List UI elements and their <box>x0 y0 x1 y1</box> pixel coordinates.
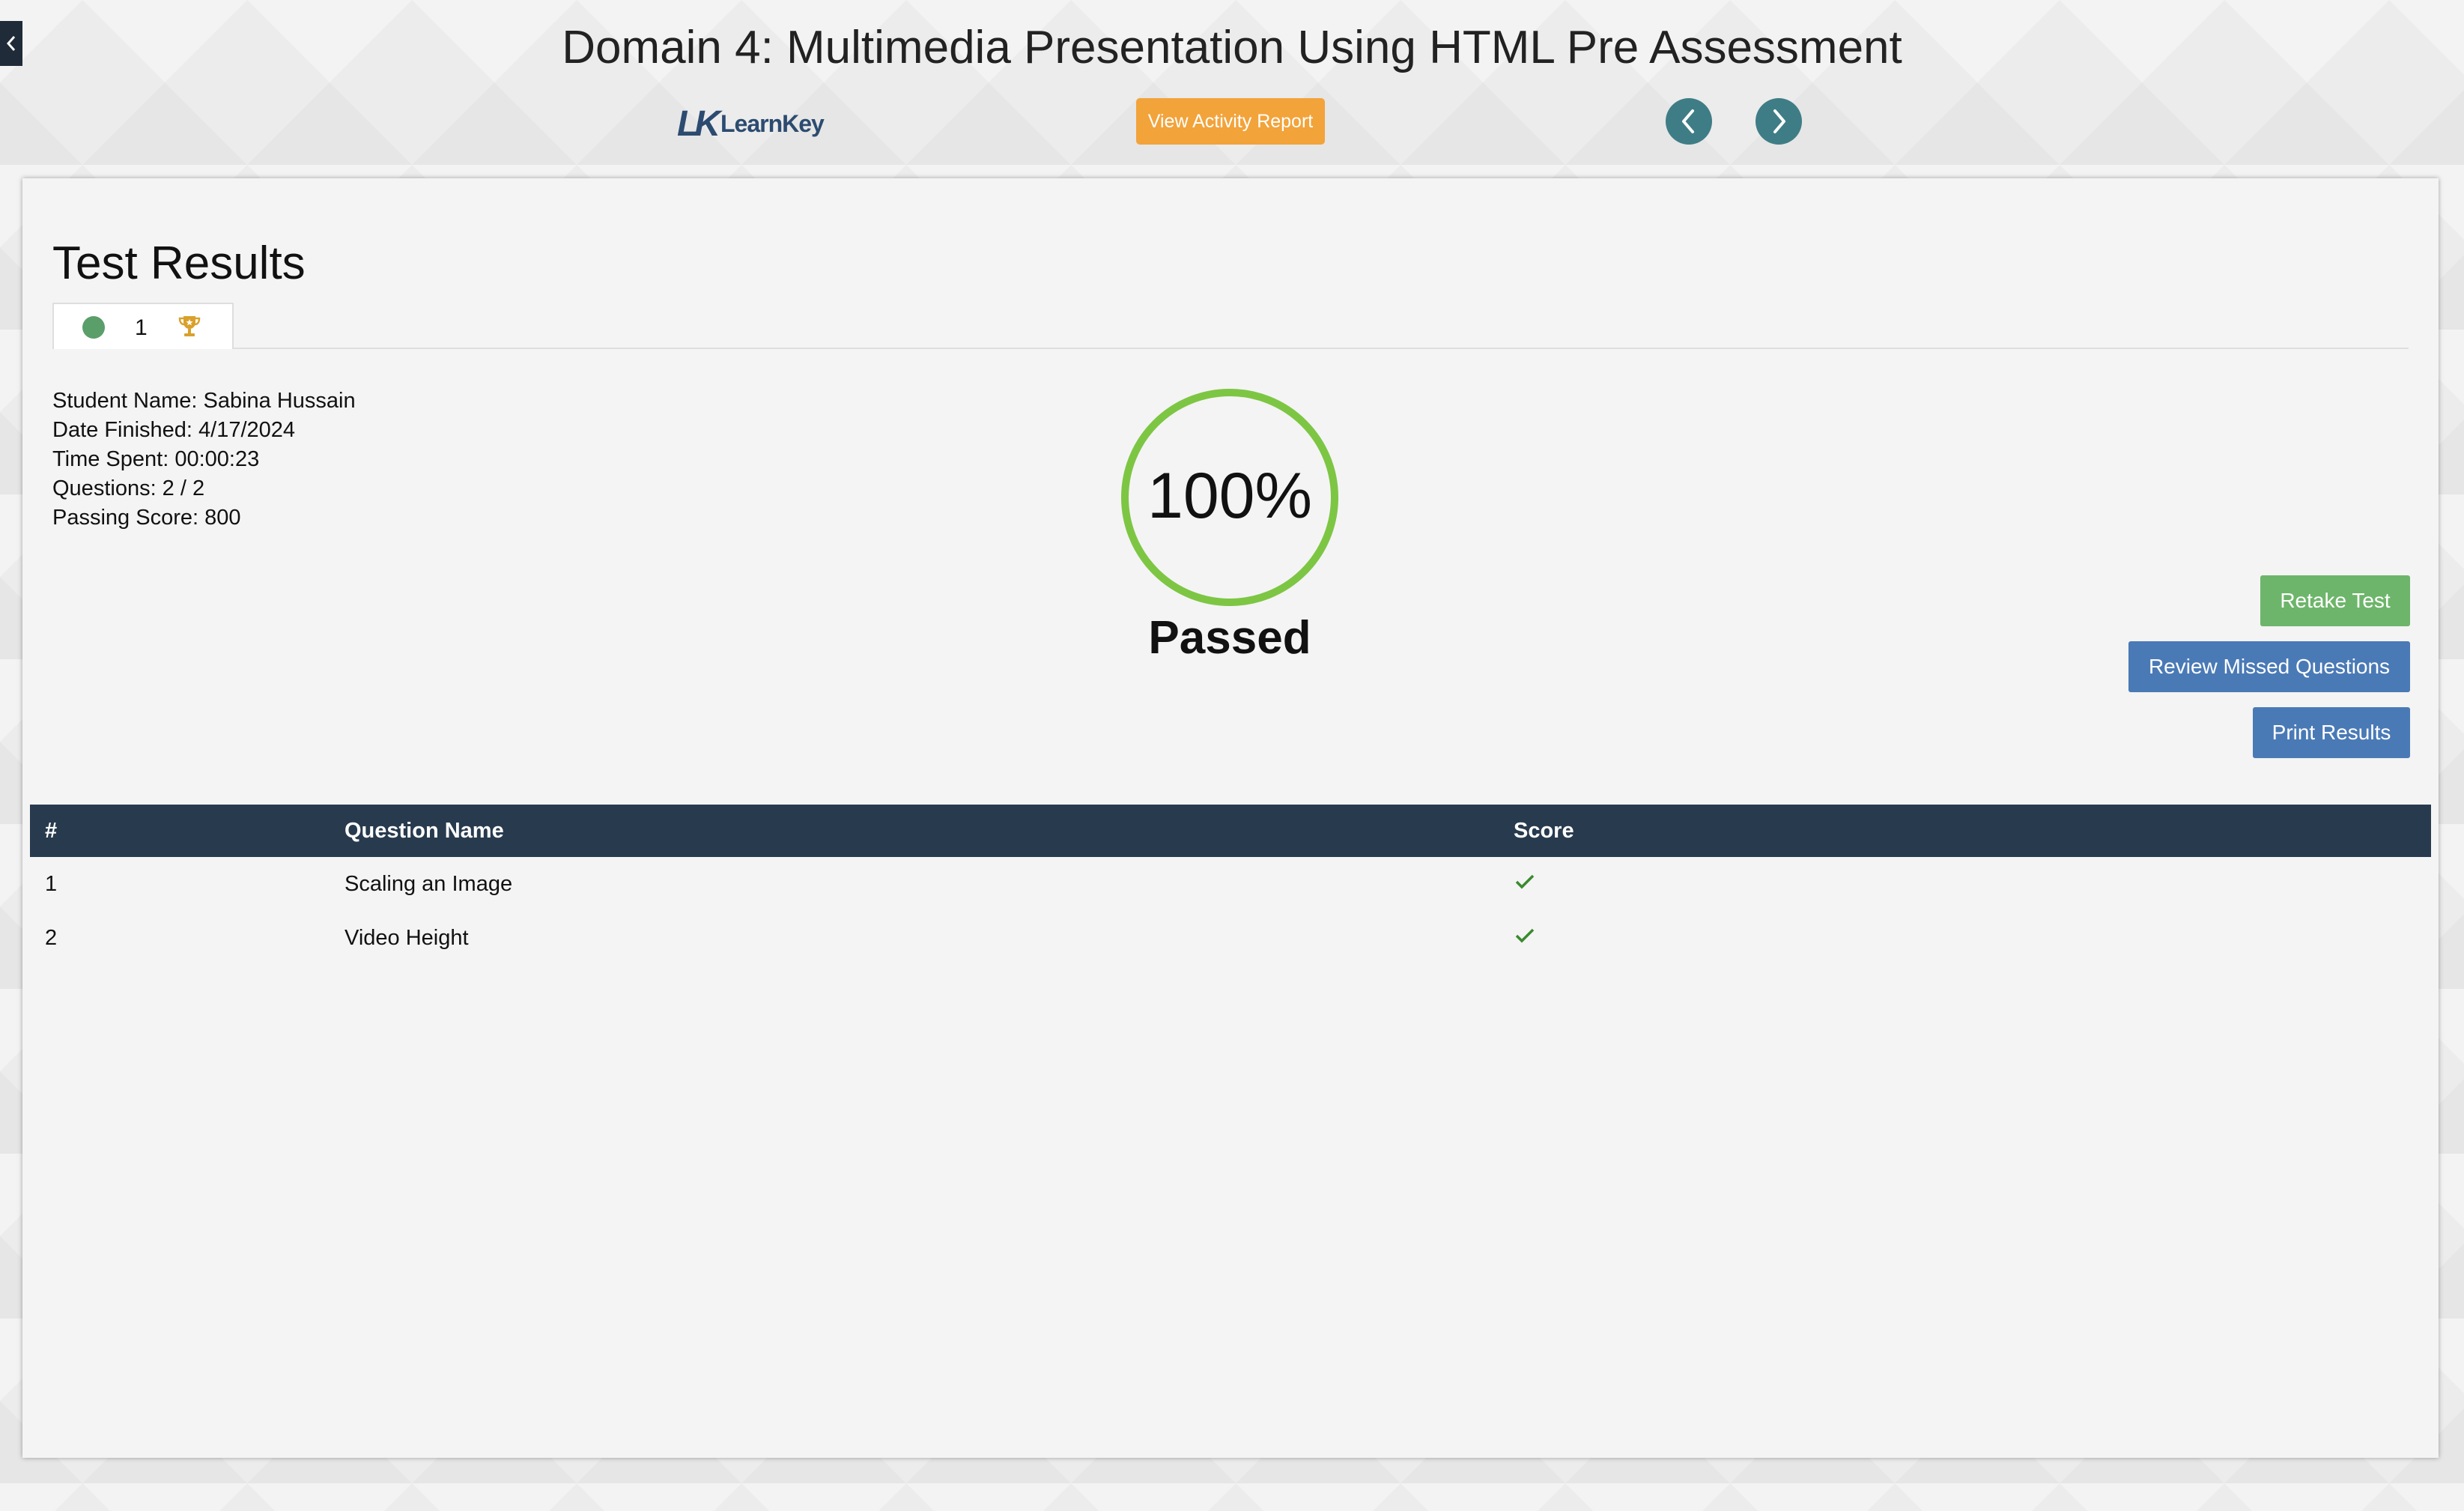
questions-count: Questions: 2 / 2 <box>52 476 205 500</box>
logo-text: LearnKey <box>720 110 825 137</box>
results-table: # Question Name Score 1 Scaling an Image… <box>30 805 2431 965</box>
student-info: Student Name: Sabina Hussain Date Finish… <box>52 387 356 533</box>
question-number: 2 <box>45 925 58 950</box>
view-activity-report-button[interactable]: View Activity Report <box>1136 98 1325 145</box>
passing-score: Passing Score: 800 <box>52 506 241 530</box>
attempt-number: 1 <box>135 315 148 340</box>
check-icon <box>1515 874 1535 888</box>
time-spent: Time Spent: 00:00:23 <box>52 447 260 471</box>
previous-button[interactable] <box>1666 98 1712 145</box>
column-header-num: # <box>45 818 58 843</box>
chevron-left-icon <box>1682 109 1694 133</box>
date-finished: Date Finished: 4/17/2024 <box>52 418 296 442</box>
attempt-tab-1[interactable]: 1 <box>52 303 234 349</box>
score-cell <box>1499 911 2431 965</box>
score-cell <box>1499 857 2431 911</box>
review-missed-questions-button[interactable]: Review Missed Questions <box>2128 641 2410 692</box>
column-header-question-name: Question Name <box>345 818 504 843</box>
question-number: 1 <box>45 871 58 896</box>
retake-test-button[interactable]: Retake Test <box>2260 575 2410 626</box>
score-percent: 100% <box>1147 460 1312 532</box>
logo-mark: LK <box>677 104 720 144</box>
results-panel: Test Results 1 Student Name: Sabina Huss… <box>22 178 2439 1458</box>
print-results-button[interactable]: Print Results <box>2253 707 2410 758</box>
check-icon <box>1515 928 1535 942</box>
results-title: Test Results <box>52 237 306 289</box>
next-button[interactable] <box>1756 98 1802 145</box>
page-title: Domain 4: Multimedia Presentation Using … <box>562 22 1902 73</box>
tab-divider <box>52 348 2409 349</box>
chevron-right-icon <box>1773 109 1785 133</box>
trophy-icon <box>177 313 202 342</box>
table-row: 2 Video Height <box>30 911 2431 965</box>
pass-status: Passed <box>1148 612 1311 664</box>
learnkey-logo: LK LearnKey <box>677 103 825 145</box>
student-name: Student Name: Sabina Hussain <box>52 389 356 413</box>
table-header-row: # Question Name Score <box>30 805 2431 857</box>
column-header-score: Score <box>1514 818 1574 843</box>
table-row: 1 Scaling an Image <box>30 857 2431 911</box>
question-name: Video Height <box>345 925 469 950</box>
status-dot-icon <box>82 316 105 339</box>
question-name: Scaling an Image <box>345 871 513 896</box>
